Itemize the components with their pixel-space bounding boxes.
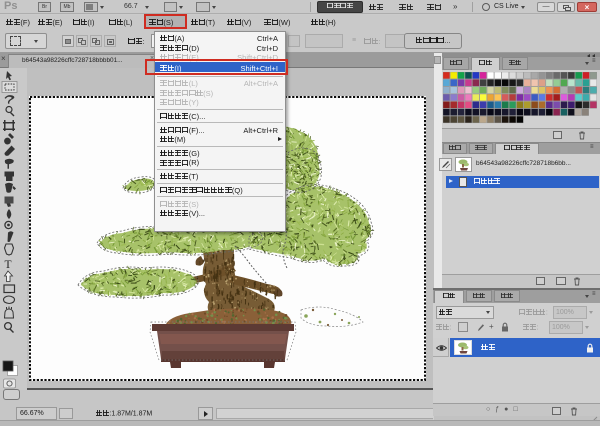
svg-text:T: T: [5, 259, 12, 271]
